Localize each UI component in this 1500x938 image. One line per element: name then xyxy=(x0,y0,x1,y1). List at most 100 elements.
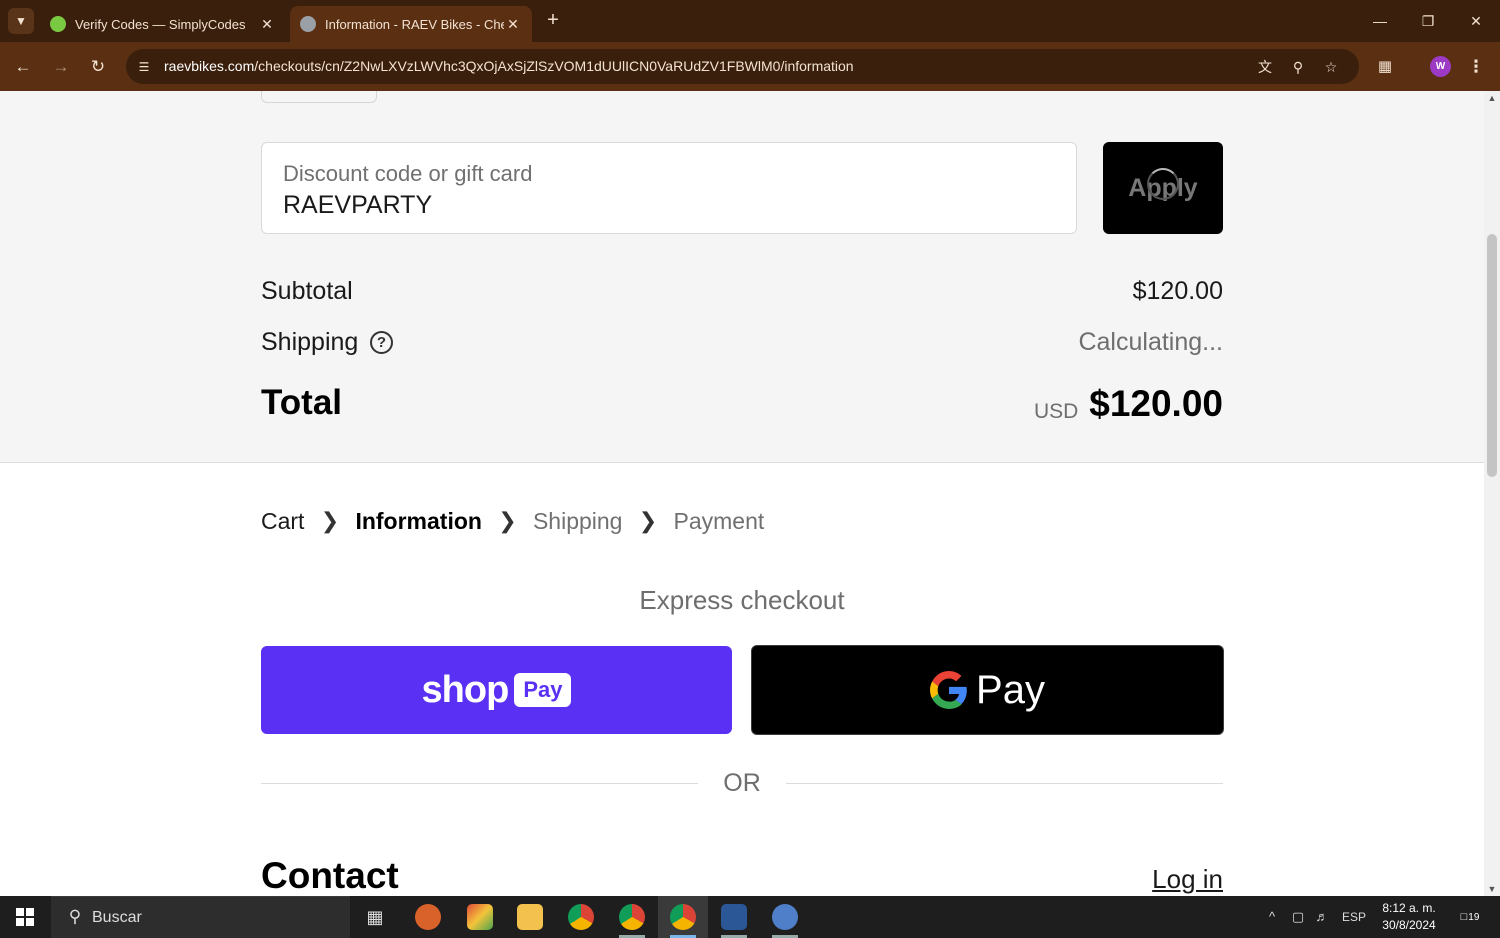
breadcrumb-cart[interactable]: Cart xyxy=(261,508,304,535)
taskbar-chrome[interactable] xyxy=(556,896,606,938)
breadcrumb-payment: Payment xyxy=(673,507,765,534)
tab-raev-checkout[interactable]: Information - RAEV Bikes - Checkout ✕ xyxy=(290,6,532,42)
breadcrumb-shipping: Shipping xyxy=(532,507,623,534)
close-window-icon[interactable]: ✕ xyxy=(1462,8,1490,34)
chrome-icon xyxy=(568,904,594,930)
discount-field-label: Discount code or gift card xyxy=(283,161,533,186)
taskbar-search-placeholder: Buscar xyxy=(92,909,142,926)
discount-field-value[interactable]: RAEVPARTY xyxy=(283,191,432,220)
shipping-value: Calculating... xyxy=(1078,328,1223,356)
google-pay-button[interactable]: Pay xyxy=(751,645,1224,735)
site-settings-icon[interactable]: ☰ xyxy=(134,57,154,77)
discount-code-input[interactable]: Discount code or gift card RAEVPARTY xyxy=(261,142,1077,234)
language-indicator[interactable]: ESP xyxy=(1339,906,1369,928)
shop-pay-logo-word: shop xyxy=(421,668,510,711)
chevron-right-icon: ❯ xyxy=(320,508,340,533)
taskbar-app-game[interactable] xyxy=(403,896,453,938)
google-pay-logo-word: Pay xyxy=(976,667,1045,712)
browser-tab-strip: ▼ Verify Codes — SimplyCodes ✕ Informati… xyxy=(0,0,1500,42)
globe-favicon-icon xyxy=(300,16,316,32)
task-view-icon: ▦ xyxy=(366,906,384,927)
tab-title: Information - RAEV Bikes - Checkout xyxy=(325,16,504,32)
url-text[interactable]: raevbikes.com/checkouts/cn/Z2NwLXVzLWVhc… xyxy=(164,58,854,74)
contact-heading: Contact xyxy=(261,855,399,896)
windows-start-button[interactable] xyxy=(0,896,50,938)
taskbar-clock[interactable]: 8:12 a. m. 30/8/2024 xyxy=(1376,900,1442,934)
new-tab-plus-icon[interactable]: + xyxy=(542,9,564,31)
taskbar-chrome-profile-e[interactable] xyxy=(607,896,657,938)
tools-app-icon xyxy=(467,904,493,930)
scrollbar-thumb[interactable] xyxy=(1487,234,1497,477)
notification-count: 19 xyxy=(1468,912,1480,923)
profile-avatar[interactable]: W xyxy=(1430,56,1451,77)
game-app-icon xyxy=(415,904,441,930)
shop-pay-button[interactable]: shop Pay xyxy=(261,646,732,734)
windows-logo-icon xyxy=(16,908,34,926)
zoom-icon[interactable]: ⚲ xyxy=(1287,56,1309,78)
word-icon xyxy=(721,904,747,930)
close-tab-icon[interactable]: ✕ xyxy=(504,16,522,33)
scroll-down-arrow-icon[interactable]: ▼ xyxy=(1484,882,1500,896)
subtotal-value: $120.00 xyxy=(1132,277,1223,305)
shipping-label: Shipping xyxy=(261,328,359,356)
taskbar-app-globe[interactable] xyxy=(760,896,810,938)
reload-icon[interactable]: ↻ xyxy=(85,54,111,80)
windows-taskbar: ⚲ Buscar ▦ ^ ▢ ♬ ESP 8:12 a. m. 30/8/202… xyxy=(0,896,1500,938)
chevron-right-icon: ❯ xyxy=(638,508,658,533)
clock-date: 30/8/2024 xyxy=(1382,918,1436,932)
browser-toolbar: ← → ↻ ☰ raevbikes.com/checkouts/cn/Z2NwL… xyxy=(0,42,1500,91)
total-label: Total xyxy=(261,383,343,422)
chrome-profile-icon xyxy=(670,904,696,930)
taskbar-search-box[interactable]: ⚲ Buscar xyxy=(51,896,350,938)
back-arrow-icon[interactable]: ← xyxy=(10,54,36,80)
breadcrumb: Cart ❯ Information ❯ Shipping ❯ Payment xyxy=(261,505,764,537)
restore-window-icon[interactable]: ❐ xyxy=(1414,8,1442,34)
order-summary-panel: Discount code or gift card RAEVPARTY App… xyxy=(0,91,1484,463)
task-view-button[interactable]: ▦ xyxy=(350,896,400,938)
address-bar[interactable]: ☰ raevbikes.com/checkouts/cn/Z2NwLXVzLWV… xyxy=(126,49,1359,84)
chevron-right-icon: ❯ xyxy=(498,508,517,533)
volume-icon[interactable]: ♬ xyxy=(1312,906,1332,928)
notification-center-icon[interactable]: □19 xyxy=(1456,905,1484,929)
page-scrollbar[interactable]: ▲ ▼ xyxy=(1484,91,1500,896)
tab-search-chevron-icon[interactable]: ▼ xyxy=(8,8,34,34)
network-icon[interactable]: ▢ xyxy=(1288,906,1308,928)
tab-simplycodes[interactable]: Verify Codes — SimplyCodes ✕ xyxy=(40,6,286,42)
forward-arrow-icon[interactable]: → xyxy=(48,54,74,80)
scroll-up-arrow-icon[interactable]: ▲ xyxy=(1484,91,1500,105)
google-g-icon xyxy=(930,671,967,709)
minimize-window-icon[interactable]: — xyxy=(1366,8,1394,34)
express-checkout-title: Express checkout xyxy=(639,585,845,615)
loading-spinner-icon xyxy=(1147,168,1179,200)
tab-title: Verify Codes — SimplyCodes xyxy=(75,16,246,32)
breadcrumb-information: Information xyxy=(355,507,482,534)
total-currency: USD xyxy=(1034,400,1079,423)
taskbar-file-explorer[interactable] xyxy=(505,896,555,938)
chrome-profile-icon xyxy=(619,904,645,930)
browser-menu-icon[interactable]: ⋮ xyxy=(1466,54,1486,80)
log-in-link[interactable]: Log in xyxy=(1152,864,1223,895)
url-host: raevbikes.com xyxy=(164,58,255,74)
bookmark-star-icon[interactable]: ☆ xyxy=(1320,56,1342,78)
clock-time: 8:12 a. m. xyxy=(1382,901,1436,915)
taskbar-app-tools[interactable] xyxy=(455,896,505,938)
subtotal-label: Subtotal xyxy=(261,277,353,305)
taskbar-word[interactable] xyxy=(709,896,759,938)
shop-pay-logo-badge: Pay xyxy=(514,673,572,707)
or-divider: OR xyxy=(261,767,1223,801)
globe-app-icon xyxy=(772,904,798,930)
extensions-puzzle-icon[interactable]: ▦ xyxy=(1372,54,1398,80)
taskbar-chrome-profile-w[interactable] xyxy=(658,896,708,938)
simplycodes-favicon-icon xyxy=(50,16,66,32)
total-value: $120.00 xyxy=(1089,383,1223,424)
show-hidden-icons-chevron-icon[interactable]: ^ xyxy=(1264,906,1280,928)
folder-icon xyxy=(517,904,543,930)
url-path: /checkouts/cn/Z2NwLXVzLWVhc3QxOjAxSjZlSz… xyxy=(254,58,854,74)
search-icon: ⚲ xyxy=(68,907,82,926)
divider-line xyxy=(786,783,1223,784)
question-circle-icon[interactable]: ? xyxy=(370,331,393,354)
product-thumbnail-edge xyxy=(261,91,377,103)
checkout-page: Discount code or gift card RAEVPARTY App… xyxy=(0,91,1484,896)
translate-icon[interactable]: 文 xyxy=(1254,56,1276,78)
close-tab-icon[interactable]: ✕ xyxy=(258,16,276,33)
